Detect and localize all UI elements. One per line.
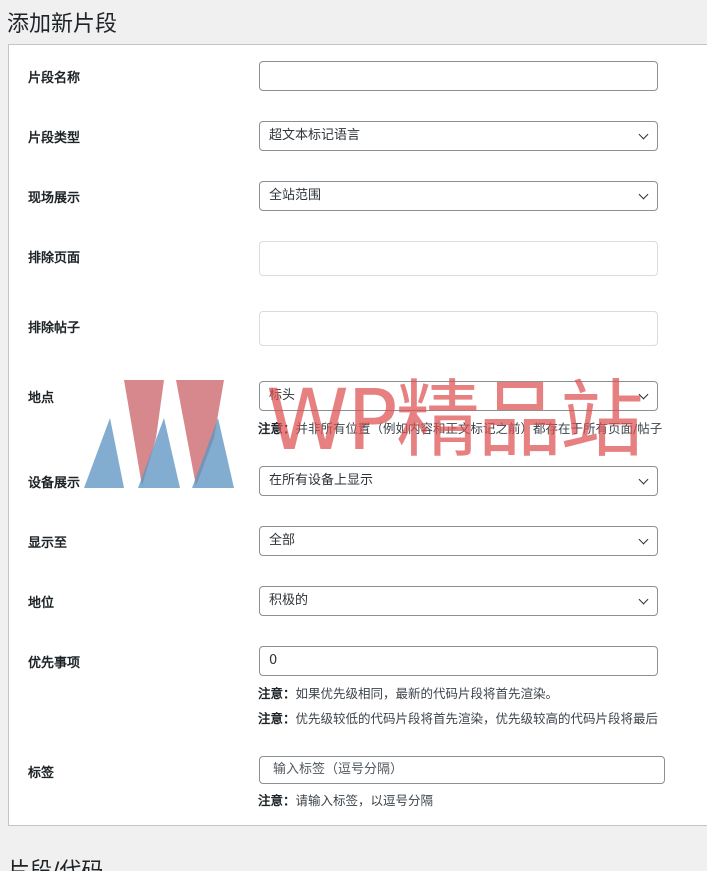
location-value: 标头 xyxy=(269,388,296,403)
priority-note-1-text: 如果优先级相同，最新的代码片段将首先渲染。 xyxy=(295,686,559,701)
priority-note-2-prefix: 注意： xyxy=(258,711,296,726)
tags-note-text: 请输入标签，以逗号分隔 xyxy=(295,793,434,808)
label-status: 地位 xyxy=(28,596,55,611)
device-display-value: 在所有设备上显示 xyxy=(269,473,374,488)
tags-note-prefix: 注意： xyxy=(258,793,296,808)
label-exclude-posts: 排除帖子 xyxy=(28,321,81,336)
location-note-prefix: 注意： xyxy=(258,421,296,436)
snippet-type-select[interactable]: 超文本标记语言 xyxy=(259,121,658,151)
status-value: 积极的 xyxy=(269,593,309,608)
label-exclude-pages: 排除页面 xyxy=(28,251,81,266)
location-select[interactable]: 标头 xyxy=(259,381,658,411)
tags-note: 注意：请输入标签，以逗号分隔 xyxy=(258,790,433,809)
label-show-to: 显示至 xyxy=(28,536,68,551)
snippet-name-input[interactable] xyxy=(259,61,658,91)
label-device-display: 设备展示 xyxy=(28,476,81,491)
tags-input[interactable]: 输入标签（逗号分隔） xyxy=(259,756,665,784)
priority-note-1: 注意：如果优先级相同，最新的代码片段将首先渲染。 xyxy=(258,683,558,702)
label-tags: 标签 xyxy=(28,766,55,781)
snippet-type-value: 超文本标记语言 xyxy=(269,128,361,143)
label-priority: 优先事项 xyxy=(28,656,81,671)
device-display-select[interactable]: 在所有设备上显示 xyxy=(259,466,658,496)
page-title: 添加新片段 xyxy=(7,12,118,37)
priority-input[interactable]: 0 xyxy=(259,646,658,676)
location-note-text: 并非所有位置（例如内容和正文标记之前）都存在于所有页面/帖子 xyxy=(295,421,663,436)
priority-note-2-text: 优先级较低的代码片段将首先渲染，优先级较高的代码片段将最后 xyxy=(295,711,659,726)
priority-note-2: 注意：优先级较低的代码片段将首先渲染，优先级较高的代码片段将最后 xyxy=(258,708,658,727)
location-note: 注意：并非所有位置（例如内容和正文标记之前）都存在于所有页面/帖子 xyxy=(258,418,662,437)
label-snippet-name: 片段名称 xyxy=(28,71,81,86)
label-location: 地点 xyxy=(28,391,55,406)
label-site-display: 现场展示 xyxy=(28,191,81,206)
priority-note-1-prefix: 注意： xyxy=(258,686,296,701)
section-title-snippet-code: 片段/代码 xyxy=(8,853,103,871)
site-display-value: 全站范围 xyxy=(269,188,322,203)
status-select[interactable]: 积极的 xyxy=(259,586,658,616)
exclude-posts-input[interactable] xyxy=(259,311,658,346)
site-display-select[interactable]: 全站范围 xyxy=(259,181,658,211)
show-to-value: 全部 xyxy=(269,533,296,548)
show-to-select[interactable]: 全部 xyxy=(259,526,658,556)
exclude-pages-input[interactable] xyxy=(259,241,658,276)
label-snippet-type: 片段类型 xyxy=(28,131,81,146)
